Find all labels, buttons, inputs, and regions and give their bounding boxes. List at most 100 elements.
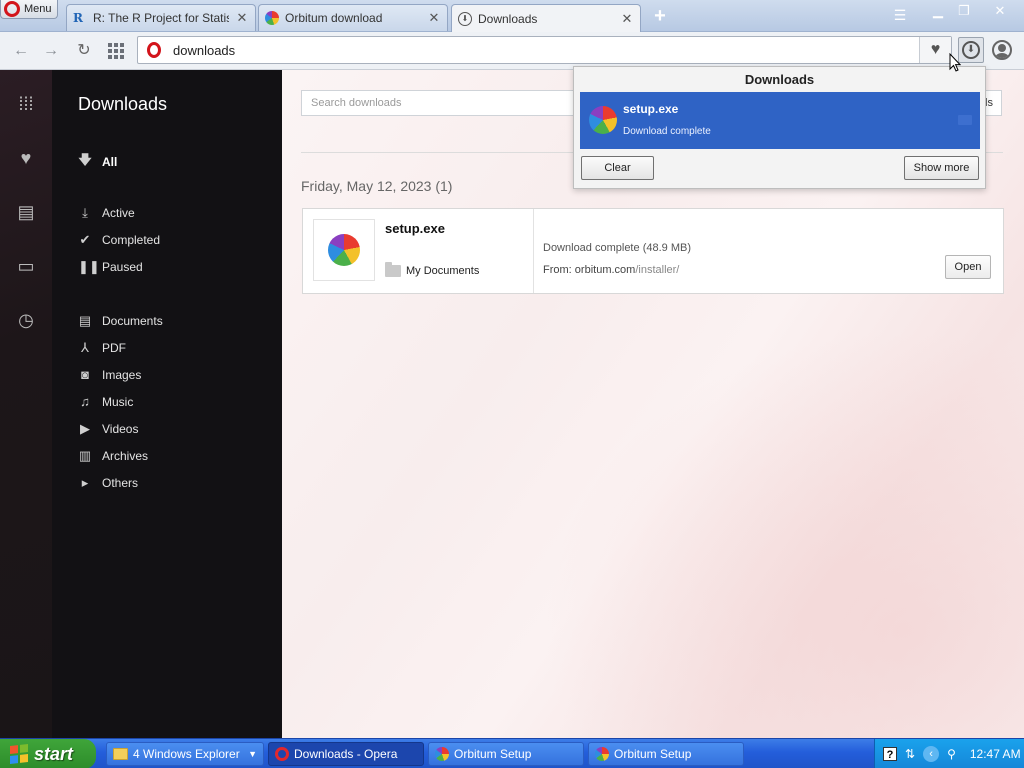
document-icon: ▤ <box>78 313 92 328</box>
start-button[interactable]: start <box>0 739 96 768</box>
address-bar[interactable]: ♥ <box>137 36 952 64</box>
taskbar-label: Downloads - Opera <box>294 747 398 761</box>
filter-label: All <box>102 155 118 169</box>
tab-downloads[interactable]: ⬇ Downloads ✕ <box>451 4 641 32</box>
system-tray: ? ⇅ ‹ ⚲ 12:47 AM <box>874 739 1024 768</box>
help-icon[interactable]: ? <box>883 747 897 761</box>
orbitum-icon <box>435 747 449 761</box>
clear-button[interactable]: Clear <box>581 156 654 180</box>
back-icon[interactable]: ← <box>11 41 31 61</box>
source-path: /installer/ <box>635 264 680 276</box>
chevron-down-icon: ▼ <box>248 749 257 759</box>
filter-active[interactable]: ⤓ Active <box>78 205 135 221</box>
filter-label: Archives <box>102 449 149 463</box>
downloads-toolbar-button[interactable]: ⬇ <box>958 37 984 63</box>
check-circle-icon: ✔ <box>79 232 91 247</box>
taskbar-orbitum-setup-2[interactable]: Orbitum Setup <box>588 742 744 766</box>
filter-documents[interactable]: ▤ Documents <box>78 313 163 329</box>
download-tray-icon: ⤓ <box>82 205 88 220</box>
filter-completed[interactable]: ✔ Completed <box>78 232 160 248</box>
new-tab-button[interactable]: + <box>650 6 670 26</box>
history-clock-icon[interactable]: ◷ <box>14 310 38 330</box>
close-window-icon[interactable]: ✕ <box>988 2 1012 20</box>
bookmarks-heart-icon[interactable]: ♥ <box>14 148 38 168</box>
download-status: Download complete (48.9 MB) <box>543 242 691 254</box>
minimize-icon[interactable]: ▁ <box>926 2 950 20</box>
tab-strip: Menu R R: The R Project for Statistic ✕ … <box>0 0 1024 32</box>
filter-images[interactable]: ◙ Images <box>78 367 141 382</box>
speed-dial-rail-icon[interactable]: ⁞⁞⁞ <box>14 94 38 114</box>
show-hidden-icons-icon[interactable]: ‹ <box>923 746 940 762</box>
news-icon[interactable]: ▤ <box>14 202 38 222</box>
opera-page-icon <box>147 42 161 58</box>
popup-download-item[interactable]: setup.exe Download complete <box>580 92 980 149</box>
orbitum-icon <box>589 106 617 134</box>
maximize-icon[interactable]: ❐ <box>952 2 976 20</box>
taskbar-label: 4 Windows Explorer <box>133 747 240 761</box>
divider <box>533 209 534 293</box>
filter-music[interactable]: ♫ Music <box>78 394 133 409</box>
taskbar-downloads-opera[interactable]: Downloads - Opera <box>268 742 424 766</box>
file-thumbnail <box>313 219 375 281</box>
search-icon[interactable]: ⚲ <box>947 747 956 761</box>
download-item: setup.exe My Documents Download complete… <box>302 208 1004 294</box>
folder-icon <box>385 262 401 277</box>
filter-archives[interactable]: ▥ Archives <box>78 448 148 464</box>
source-host: orbitum.com <box>574 264 636 276</box>
taskbar-orbitum-setup-1[interactable]: Orbitum Setup <box>428 742 584 766</box>
terminal-icon: ▸ <box>81 475 89 490</box>
speed-dial-icon[interactable] <box>108 43 124 59</box>
tab-title: Orbitum download <box>285 11 383 25</box>
reload-icon[interactable]: ↻ <box>74 41 94 61</box>
popup-title: Downloads <box>744 72 815 87</box>
filter-videos[interactable]: ▶ Videos <box>78 421 138 437</box>
download-filename[interactable]: setup.exe <box>385 221 445 236</box>
orbitum-icon <box>595 747 609 761</box>
show-in-folder-link[interactable]: My Documents <box>385 262 479 277</box>
filter-pdf[interactable]: ⅄ PDF <box>78 340 126 356</box>
download-source: From: orbitum.com/installer/ <box>543 264 679 276</box>
tab-orbitum-download[interactable]: Orbitum download ✕ <box>258 4 448 31</box>
mouse-cursor-icon <box>949 53 961 72</box>
filter-label: Active <box>102 206 135 220</box>
tab-close-icon[interactable]: ✕ <box>427 10 441 26</box>
tab-r-project[interactable]: R R: The R Project for Statistic ✕ <box>66 4 256 31</box>
filter-label: Paused <box>102 260 143 274</box>
date-group-heading: Friday, May 12, 2023 (1) <box>301 178 453 194</box>
account-icon[interactable] <box>992 40 1012 60</box>
tab-title: R: The R Project for Statistic <box>93 11 229 25</box>
filter-label: Images <box>102 367 142 382</box>
music-note-icon: ♫ <box>80 394 90 409</box>
sidebar-icon-rail: ⁞⁞⁞ ♥ ▤ ▭ ◷ <box>0 70 52 738</box>
taskbar-label: Orbitum Setup <box>614 747 692 761</box>
start-label: start <box>34 743 74 764</box>
open-button[interactable]: Open <box>945 255 991 279</box>
filter-all[interactable]: 🡇 All <box>78 151 117 173</box>
popup-filename: setup.exe <box>623 102 679 116</box>
network-icon[interactable]: ⇅ <box>905 747 915 761</box>
downloads-sidebar: Downloads 🡇 All ⤓ Active ✔ Completed ❚❚ … <box>52 70 282 738</box>
bookmark-heart-icon[interactable]: ♥ <box>919 37 951 63</box>
filter-label: Music <box>102 394 134 409</box>
windows-logo-icon <box>10 744 28 764</box>
download-icon: ⬇ <box>962 41 980 59</box>
video-play-icon: ▶ <box>80 421 90 436</box>
popup-status: Download complete <box>623 126 711 137</box>
file-size: (48.9 MB) <box>642 242 691 254</box>
address-input[interactable] <box>173 42 873 58</box>
folder-icon <box>113 748 128 760</box>
r-logo-icon: R <box>73 11 83 25</box>
taskbar-windows-explorer[interactable]: 4 Windows Explorer ▼ <box>106 742 264 766</box>
show-more-button[interactable]: Show more <box>904 156 979 180</box>
forward-icon[interactable]: → <box>41 41 61 61</box>
archive-zip-icon: ▥ <box>78 448 92 463</box>
tab-menu-icon[interactable]: ☰ <box>890 7 910 25</box>
filter-others[interactable]: ▸ Others <box>78 475 138 491</box>
opera-menu-button[interactable]: Menu <box>0 0 58 19</box>
filter-paused[interactable]: ❚❚ Paused <box>78 259 143 275</box>
folder-icon[interactable] <box>958 115 972 125</box>
filter-label: Completed <box>102 233 161 247</box>
devices-icon[interactable]: ▭ <box>14 256 38 276</box>
tab-close-icon[interactable]: ✕ <box>620 11 634 27</box>
tab-close-icon[interactable]: ✕ <box>235 10 249 26</box>
